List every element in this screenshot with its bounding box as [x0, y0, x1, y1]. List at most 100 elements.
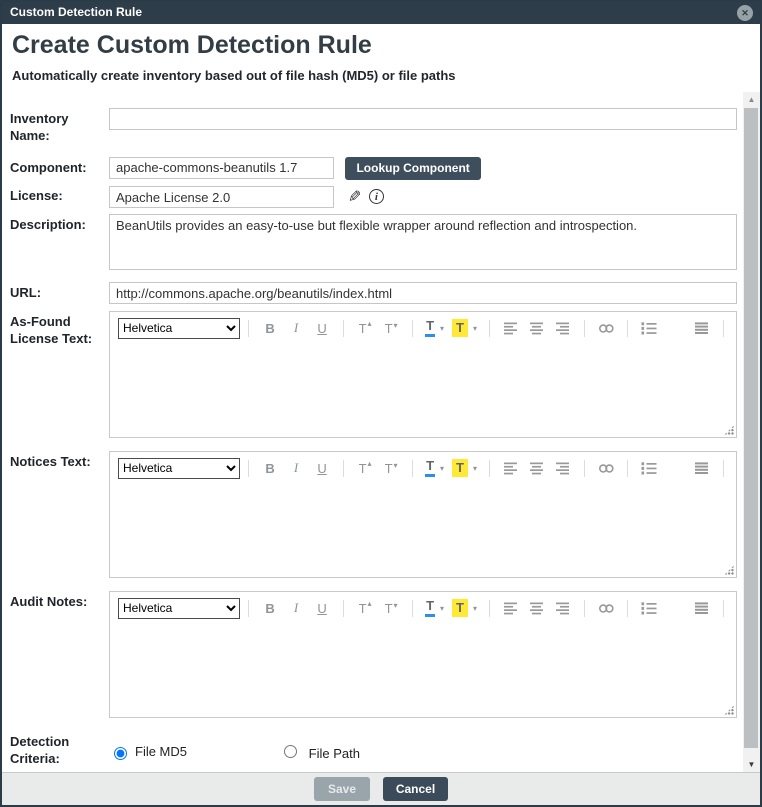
scroll-up-icon[interactable]: ▲ — [743, 95, 760, 104]
font-family-select[interactable]: Helvetica — [118, 458, 240, 479]
align-right-icon — [556, 462, 571, 475]
editor-toolbar: Helvetica B I U T▴ T▾ T ▾ T ▾ — [110, 592, 736, 619]
dialog-titlebar: Custom Detection Rule ✕ — [2, 2, 760, 24]
ordered-list-icon — [641, 462, 657, 475]
highlight-color-icon: T — [452, 599, 468, 617]
font-size-increase-button[interactable]: T▴ — [355, 318, 375, 338]
audit-notes-editable-area[interactable] — [110, 624, 736, 717]
license-input[interactable] — [109, 186, 334, 208]
ordered-list-button[interactable] — [639, 458, 659, 478]
bold-button[interactable]: B — [260, 318, 280, 338]
toolbar-divider — [723, 460, 724, 477]
underline-button[interactable]: U — [312, 598, 332, 618]
as-found-license-text-label: As-Found License Text: — [10, 311, 109, 438]
font-size-decrease-icon: T — [385, 321, 393, 336]
component-input[interactable] — [109, 157, 334, 179]
file-md5-radio[interactable] — [114, 747, 127, 760]
justify-button[interactable] — [692, 318, 712, 338]
text-color-button[interactable]: T ▾ — [424, 458, 445, 478]
font-size-decrease-button[interactable]: T▾ — [381, 458, 401, 478]
link-button[interactable] — [596, 318, 616, 338]
align-center-button[interactable] — [527, 318, 547, 338]
dialog-title: Custom Detection Rule — [10, 5, 142, 19]
bold-button[interactable]: B — [260, 598, 280, 618]
highlight-color-button[interactable]: T ▾ — [451, 458, 478, 478]
as-found-license-text-row: As-Found License Text: Helvetica B I U T… — [10, 311, 737, 438]
toolbar-divider — [412, 320, 413, 337]
toolbar-divider — [412, 600, 413, 617]
align-left-icon — [504, 462, 519, 475]
align-center-icon — [530, 602, 545, 615]
notices-text-label: Notices Text: — [10, 451, 109, 578]
font-size-increase-button[interactable]: T▴ — [355, 458, 375, 478]
underline-button[interactable]: U — [312, 318, 332, 338]
save-button[interactable]: Save — [314, 777, 370, 801]
link-button[interactable] — [596, 458, 616, 478]
font-size-decrease-button[interactable]: T▾ — [381, 598, 401, 618]
font-family-select[interactable]: Helvetica — [118, 318, 240, 339]
justify-button[interactable] — [692, 458, 712, 478]
text-color-button[interactable]: T ▾ — [424, 318, 445, 338]
align-left-button[interactable] — [501, 458, 521, 478]
lookup-component-button[interactable]: Lookup Component — [345, 157, 480, 180]
align-left-button[interactable] — [501, 318, 521, 338]
url-input[interactable] — [109, 282, 737, 304]
notices-text-editable-area[interactable] — [110, 484, 736, 577]
align-center-button[interactable] — [527, 458, 547, 478]
highlight-color-button[interactable]: T ▾ — [451, 318, 478, 338]
underline-button[interactable]: U — [312, 458, 332, 478]
description-label: Description: — [10, 214, 109, 275]
align-right-button[interactable] — [553, 318, 573, 338]
align-left-button[interactable] — [501, 598, 521, 618]
font-size-increase-icon: T — [359, 321, 367, 336]
font-size-decrease-button[interactable]: T▾ — [381, 318, 401, 338]
file-path-radio-label: File Path — [309, 746, 360, 761]
italic-button[interactable]: I — [286, 598, 306, 618]
bold-button[interactable]: B — [260, 458, 280, 478]
vertical-scrollbar[interactable]: ▲ ▼ — [743, 92, 760, 772]
text-color-icon: T — [425, 319, 435, 337]
toolbar-divider — [723, 600, 724, 617]
align-center-icon — [530, 462, 545, 475]
toolbar-divider — [343, 460, 344, 477]
as-found-license-text-editable-area[interactable] — [110, 344, 736, 437]
close-icon[interactable]: ✕ — [737, 5, 753, 21]
chevron-down-icon: ▾ — [473, 324, 477, 333]
justify-icon — [695, 602, 710, 615]
align-right-button[interactable] — [553, 458, 573, 478]
inventory-name-label: Inventory Name: — [10, 108, 109, 145]
align-right-button[interactable] — [553, 598, 573, 618]
notices-text-row: Notices Text: Helvetica B I U T▴ T▾ T ▾ … — [10, 451, 737, 578]
justify-button[interactable] — [692, 598, 712, 618]
license-label: License: — [10, 185, 109, 209]
link-button[interactable] — [596, 598, 616, 618]
notices-text-editor: Helvetica B I U T▴ T▾ T ▾ T ▾ — [109, 451, 737, 578]
url-label: URL: — [10, 282, 109, 304]
font-size-increase-button[interactable]: T▴ — [355, 598, 375, 618]
description-textarea[interactable]: BeanUtils provides an easy-to-use but fl… — [109, 214, 737, 270]
scroll-down-icon[interactable]: ▼ — [743, 760, 760, 769]
audit-notes-editor: Helvetica B I U T▴ T▾ T ▾ T ▾ — [109, 591, 737, 718]
ordered-list-button[interactable] — [639, 318, 659, 338]
align-center-button[interactable] — [527, 598, 547, 618]
cancel-button[interactable]: Cancel — [383, 777, 448, 801]
text-color-button[interactable]: T ▾ — [424, 598, 445, 618]
ordered-list-icon — [641, 602, 657, 615]
toolbar-divider — [584, 320, 585, 337]
dialog-footer: Save Cancel — [2, 772, 760, 805]
ordered-list-button[interactable] — [639, 598, 659, 618]
italic-button[interactable]: I — [286, 318, 306, 338]
align-right-icon — [556, 602, 571, 615]
font-family-select[interactable]: Helvetica — [118, 598, 240, 619]
detection-criteria-label: Detection Criteria: — [10, 731, 109, 768]
chevron-down-icon: ▾ — [440, 604, 444, 613]
highlight-color-button[interactable]: T ▾ — [451, 598, 478, 618]
toolbar-divider — [343, 600, 344, 617]
italic-button[interactable]: I — [286, 458, 306, 478]
text-color-icon: T — [425, 459, 435, 477]
inventory-name-input[interactable] — [109, 108, 737, 130]
edit-license-icon[interactable]: ✎ — [348, 187, 361, 207]
file-path-radio[interactable] — [284, 745, 297, 758]
scrollbar-thumb[interactable] — [744, 108, 758, 748]
license-info-icon[interactable]: i — [369, 189, 384, 204]
